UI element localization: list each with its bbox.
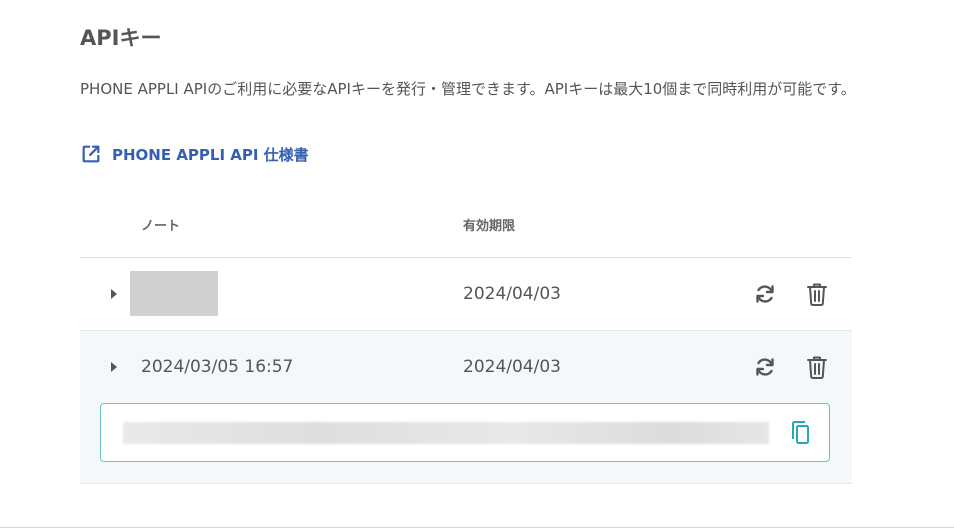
row-expiry: 2024/04/03 bbox=[463, 357, 561, 377]
refresh-icon[interactable] bbox=[751, 353, 779, 381]
table-row-main: 2024/03/05 16:57 2024/04/03 bbox=[80, 331, 852, 403]
page-title: APIキー bbox=[80, 26, 162, 50]
column-header-expiry: 有効期限 bbox=[463, 219, 516, 234]
table-row-main: 2024/04/03 bbox=[80, 258, 852, 330]
row-note: 2024/03/05 16:57 bbox=[141, 357, 294, 377]
bottom-divider bbox=[0, 527, 954, 528]
caret-right-icon[interactable] bbox=[111, 362, 117, 372]
table-row-expanded: 2024/03/05 16:57 2024/04/03 bbox=[80, 331, 852, 484]
api-keys-page: APIキー PHONE APPLI APIのご利用に必要なAPIキーを発行・管理… bbox=[0, 0, 954, 530]
note-redacted bbox=[130, 271, 218, 316]
api-key-field[interactable] bbox=[100, 403, 830, 462]
caret-right-icon[interactable] bbox=[111, 289, 117, 299]
page-description: PHONE APPLI APIのご利用に必要なAPIキーを発行・管理できます。A… bbox=[80, 80, 856, 98]
table-row: 2024/04/03 bbox=[80, 258, 852, 331]
external-link-icon bbox=[80, 143, 102, 165]
trash-icon[interactable] bbox=[803, 280, 831, 308]
table-header: ノート 有効期限 bbox=[80, 188, 852, 258]
row-expiry: 2024/04/03 bbox=[463, 284, 561, 304]
copy-icon[interactable] bbox=[787, 419, 813, 447]
trash-icon[interactable] bbox=[803, 353, 831, 381]
column-header-note: ノート bbox=[141, 219, 181, 234]
api-spec-link[interactable]: PHONE APPLI API 仕様書 bbox=[80, 143, 309, 165]
api-spec-link-label: PHONE APPLI API 仕様書 bbox=[112, 145, 309, 164]
api-key-table: ノート 有効期限 2024/04/03 2024/03/05 16:57 202… bbox=[80, 188, 852, 484]
refresh-icon[interactable] bbox=[751, 280, 779, 308]
api-key-value-redacted bbox=[123, 422, 769, 444]
